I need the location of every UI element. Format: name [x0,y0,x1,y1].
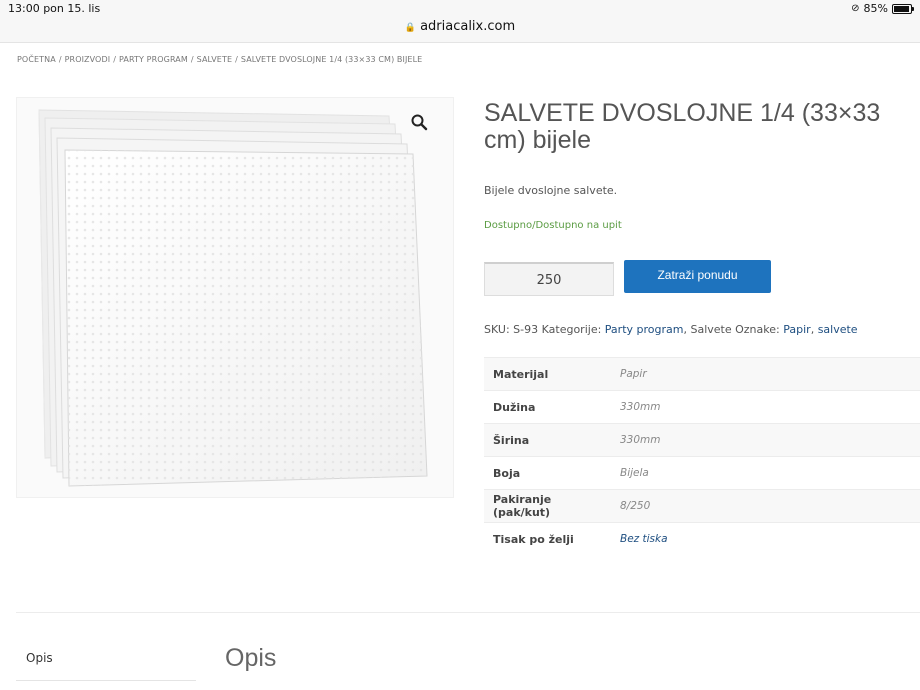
spec-value: Bijela [620,467,649,479]
table-row: Boja Bijela [484,456,920,490]
tags-label: Oznake: [735,323,780,336]
tag-link-papir[interactable]: Papir [783,323,810,336]
battery-percent: 85% [863,2,888,15]
spec-key: Tisak po želji [493,532,574,546]
spec-value: Papir [620,368,647,380]
table-row: Materijal Papir [484,357,920,391]
section-divider [16,612,920,613]
status-time: 13:00 pon 15. lis [8,2,101,15]
spec-value-link[interactable]: Bez tiska [611,523,920,556]
product-title: SALVETE DVOSLOJNE 1/4 (33×33 cm) bijele [484,99,881,154]
specifications-table: Materijal Papir Dužina 330mm Širina 330m… [484,357,920,556]
spec-key: Dužina [493,400,536,414]
battery-icon [892,3,914,14]
vpn-icon: ⊘ [851,3,860,14]
category-salvete[interactable]: Salvete [690,323,731,336]
tag-link-salvete[interactable]: salvete [818,323,858,336]
breadcrumb-home[interactable]: POČETNA [17,55,56,64]
sku-value: S-93 [513,323,539,336]
stock-status: Dostupno/Dostupno na upit [484,220,622,231]
breadcrumb-salvete[interactable]: SALVETE [197,55,232,64]
browser-status-bar: 13:00 pon 15. lis ⊘ 85% 🔒 adriacalix.com [0,0,920,43]
url-text: adriacalix.com [420,19,516,34]
product-image[interactable] [16,97,454,498]
lock-icon: 🔒 [404,23,417,33]
quantity-input[interactable]: 250 [484,262,614,296]
product-meta: SKU: S-93 Kategorije: Party program, Sal… [484,323,858,336]
breadcrumb-current: SALVETE DVOSLOJNE 1/4 (33×33 CM) BIJELE [240,55,423,64]
spec-value: 330mm [620,434,661,446]
napkin-stack-image [38,109,428,487]
spec-key: Pakiranje (pak/kut) [493,493,552,519]
request-quote-button[interactable]: Zatraži ponudu [624,260,771,293]
categories-label: Kategorije: [541,323,602,336]
description-heading: Opis [225,644,277,672]
zoom-icon[interactable] [410,113,428,131]
spec-value: 8/250 [620,500,651,512]
address-bar[interactable]: 🔒 adriacalix.com [0,19,920,34]
table-row: Dužina 330mm [484,390,920,424]
product-description: Bijele dvoslojne salvete. [484,184,618,197]
sku-label: SKU: [484,323,510,336]
table-row: Širina 330mm [484,423,920,457]
tab-underline [16,680,196,681]
spec-value: 330mm [620,401,661,413]
tab-description[interactable]: Opis [26,651,53,665]
spec-key: Materijal [493,367,549,381]
spec-key: Širina [493,433,530,447]
breadcrumb-products[interactable]: PROIZVODI [65,55,111,64]
status-indicators: ⊘ 85% [851,2,914,15]
breadcrumb: POČETNA / PROIZVODI / PARTY PROGRAM / SALVETE /… [17,55,423,64]
table-row: Pakiranje (pak/kut) 8/250 [484,489,920,523]
spec-key: Boja [493,466,521,480]
breadcrumb-party-program[interactable]: PARTY PROGRAM [119,55,188,64]
table-row: Tisak po želji Bez tiska [484,522,920,556]
category-link-party-program[interactable]: Party program [605,323,684,336]
